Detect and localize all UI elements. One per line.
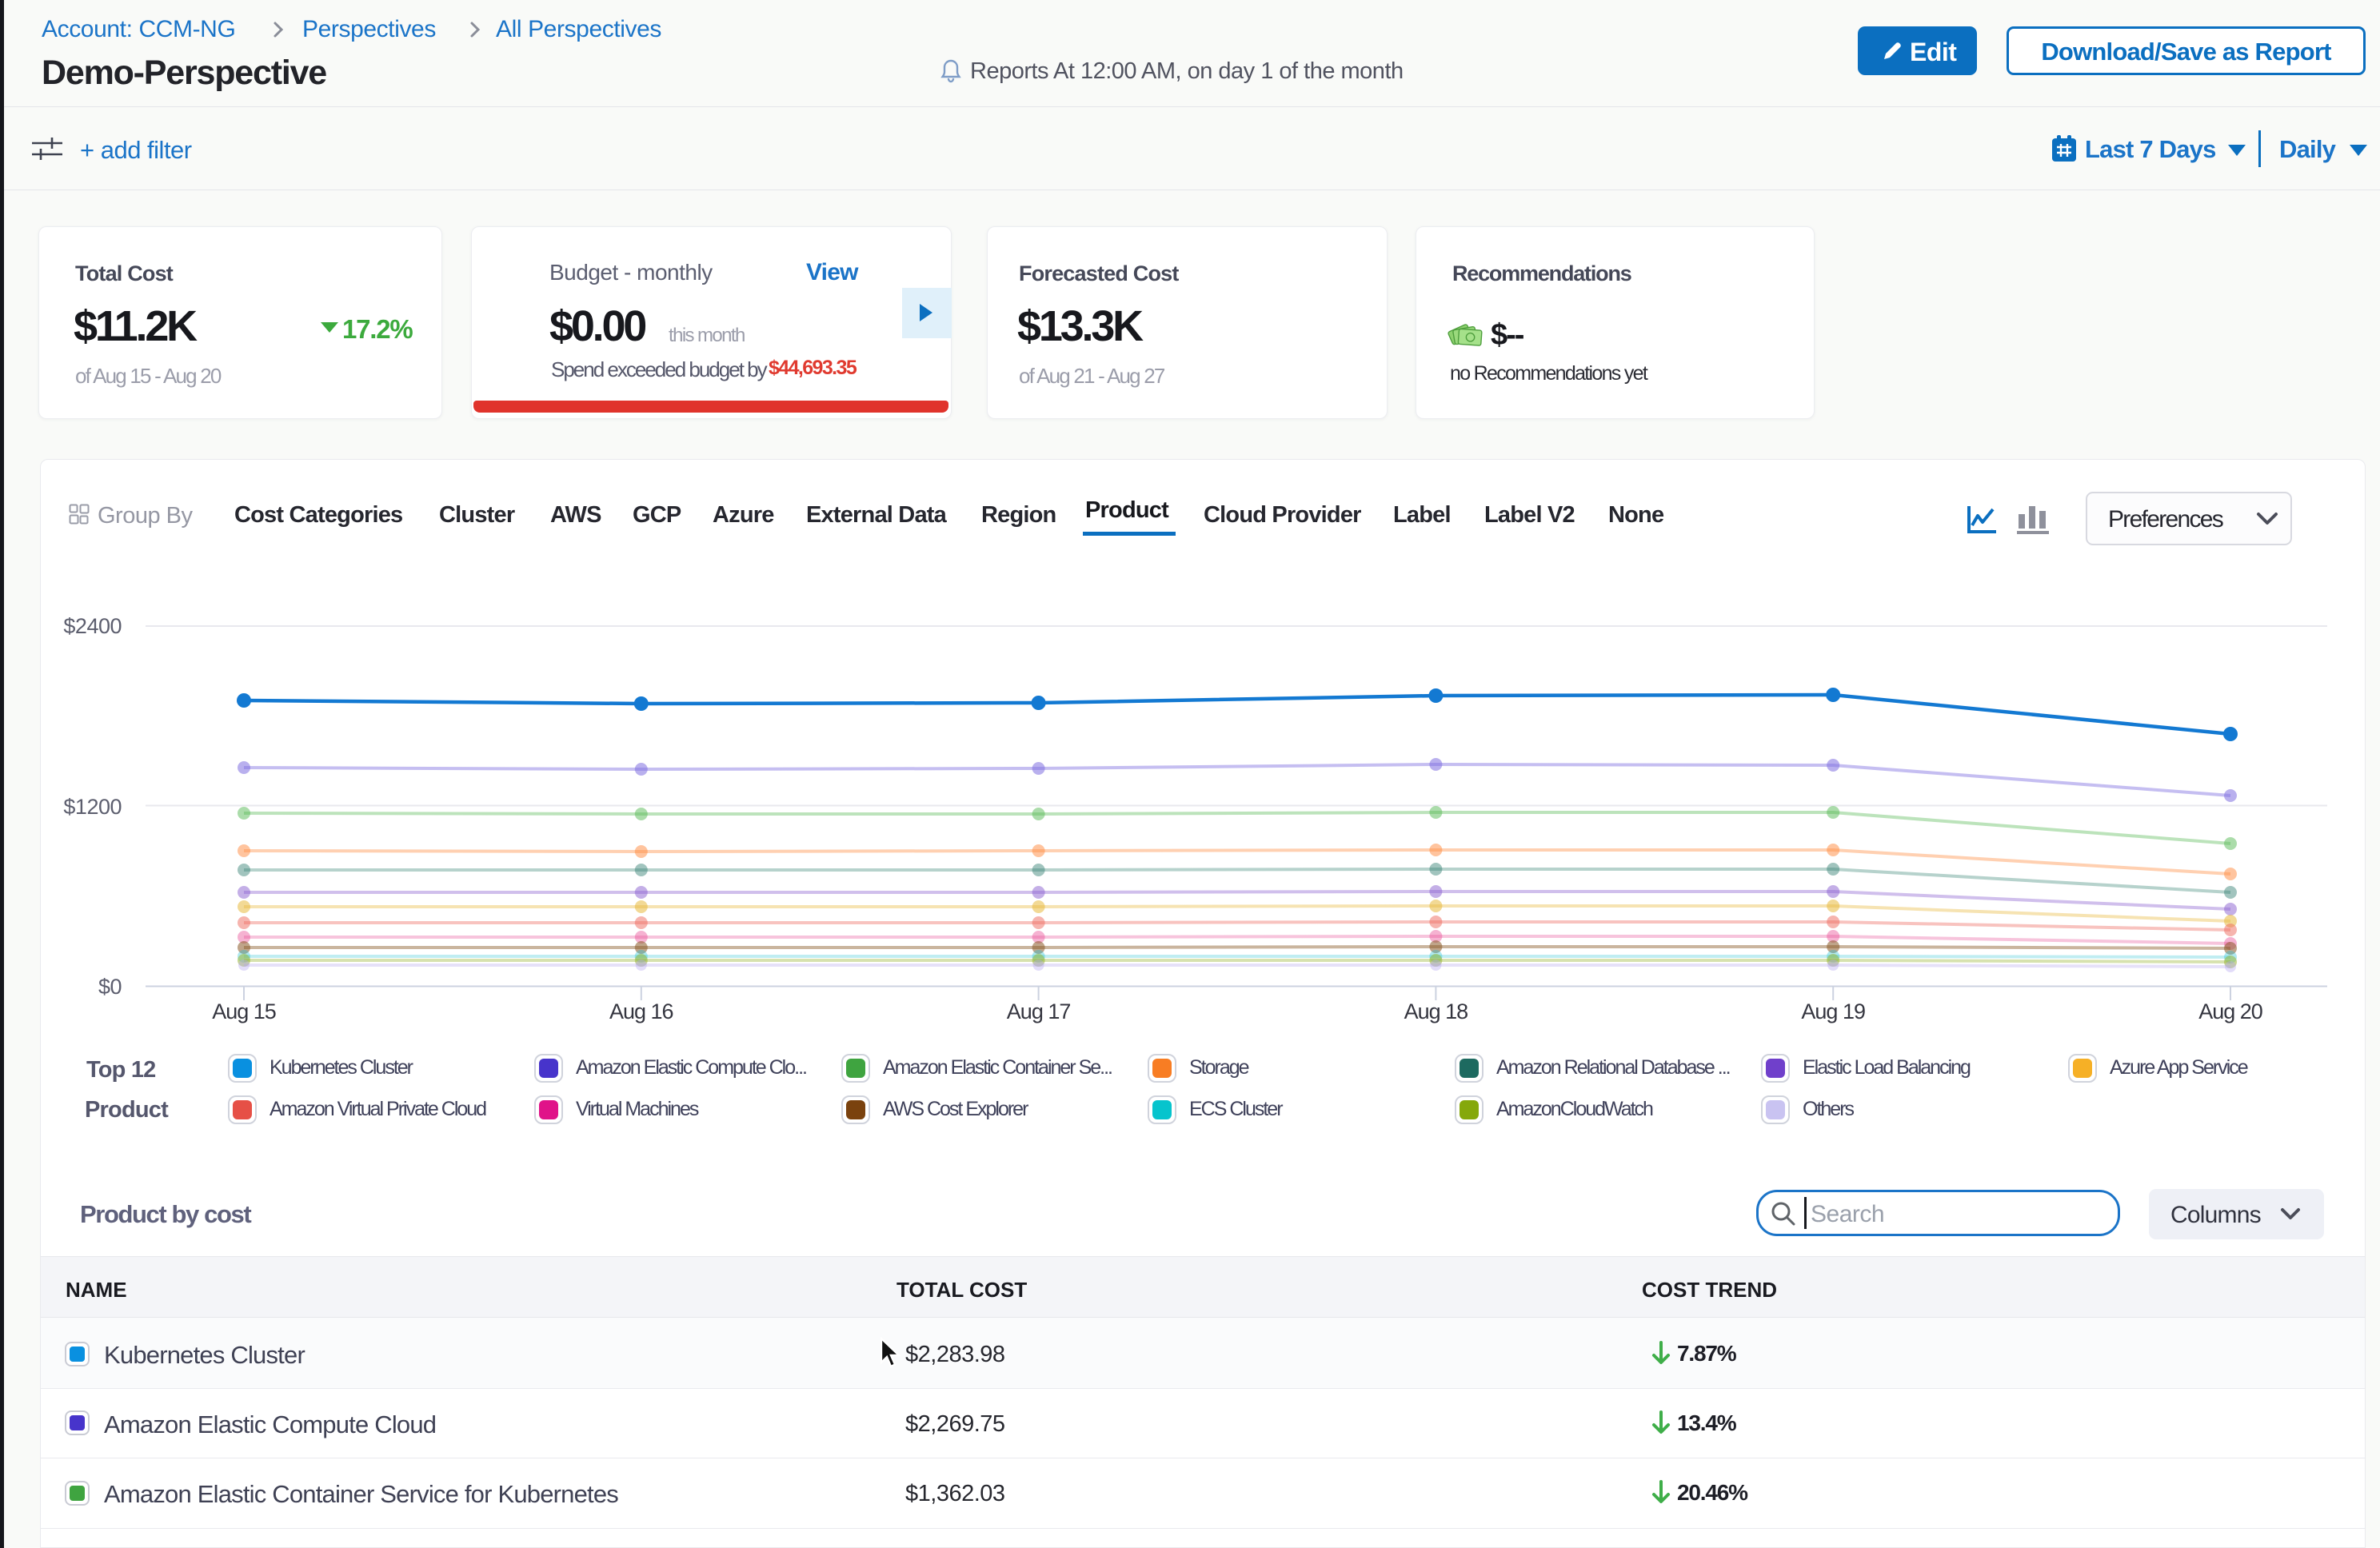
svg-text:Aug 18: Aug 18 — [1404, 999, 1468, 1023]
svg-text:Aug 15: Aug 15 — [212, 999, 276, 1023]
svg-text:Aug 20: Aug 20 — [2198, 999, 2262, 1023]
svg-text:Aug 19: Aug 19 — [1801, 999, 1865, 1023]
svg-text:Aug 16: Aug 16 — [609, 999, 673, 1023]
svg-text:Aug 17: Aug 17 — [1007, 999, 1071, 1023]
svg-text:$2400: $2400 — [63, 614, 122, 638]
svg-text:$0: $0 — [98, 975, 122, 999]
svg-text:$1200: $1200 — [63, 795, 122, 819]
